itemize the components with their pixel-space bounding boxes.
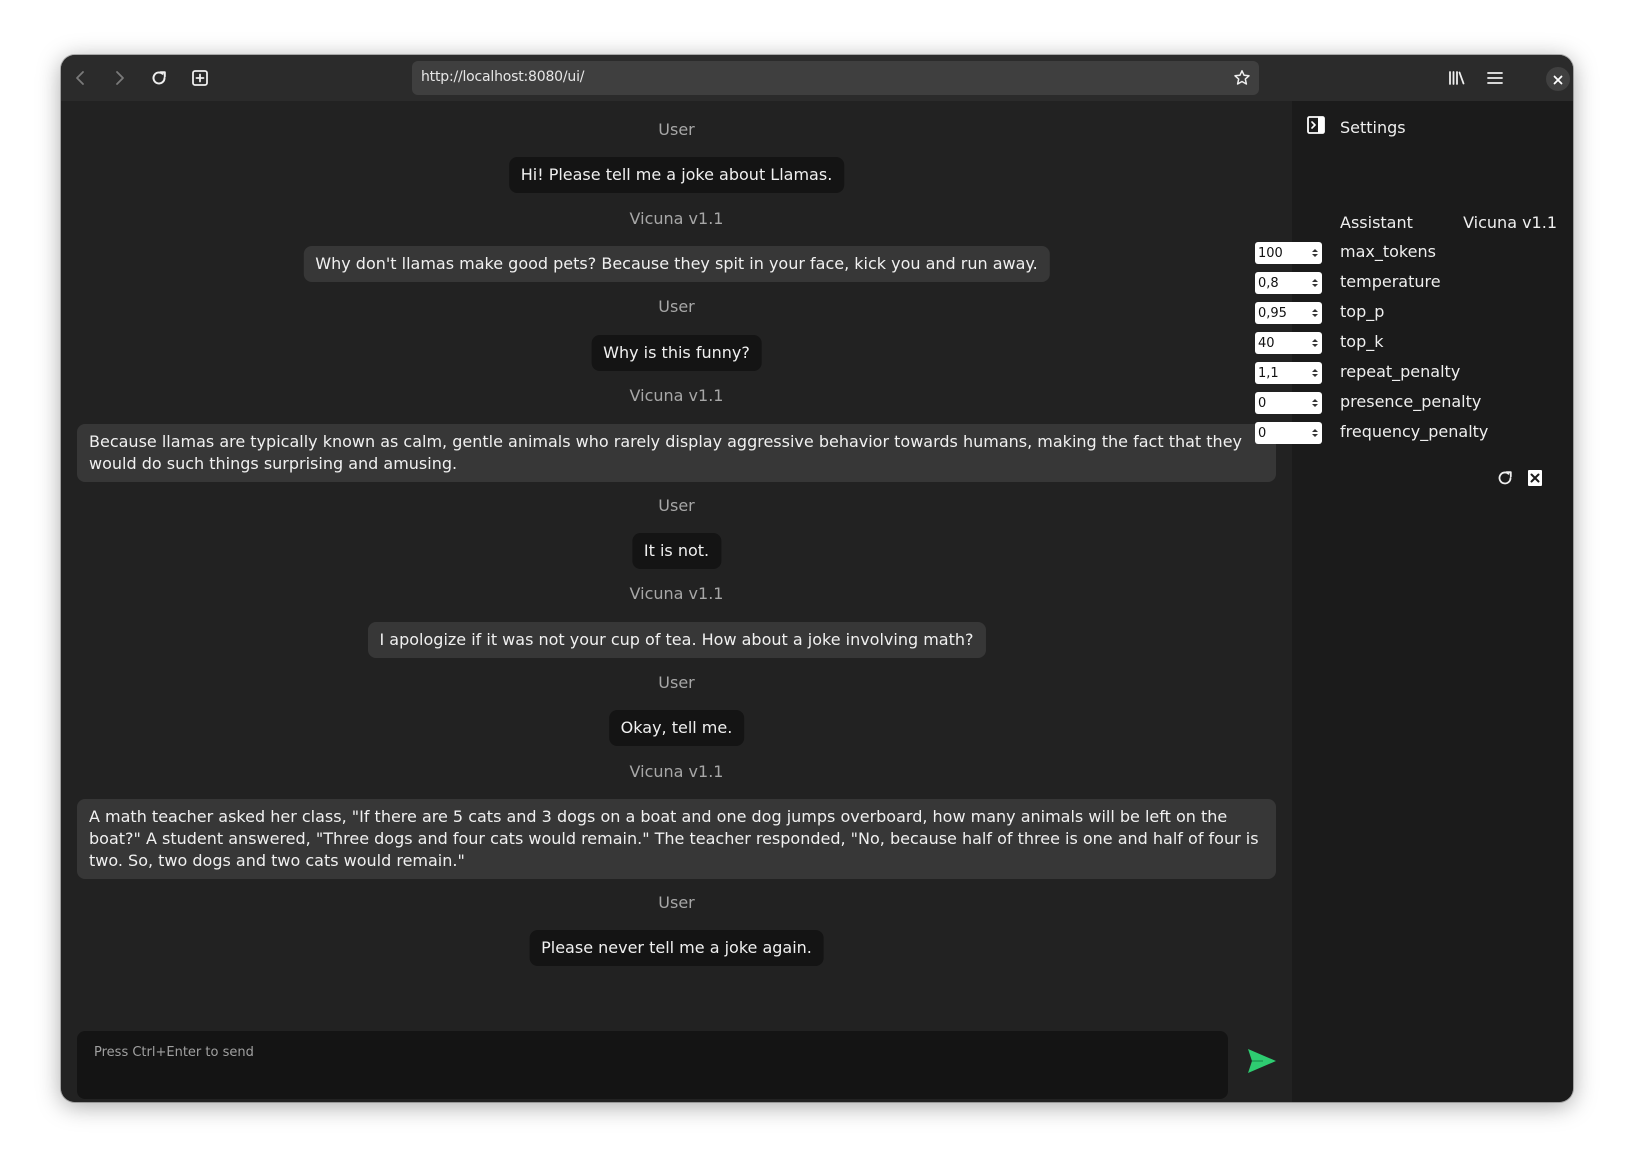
stepper-icon[interactable]: [1308, 334, 1322, 352]
presence-penalty-value[interactable]: 0: [1255, 396, 1308, 411]
max-tokens-value[interactable]: 100: [1255, 246, 1308, 261]
library-button[interactable]: [1442, 63, 1472, 93]
reload-button[interactable]: [144, 63, 174, 93]
param-label-top-k: top_k: [1340, 332, 1384, 351]
send-button[interactable]: [1246, 1049, 1278, 1077]
new-tab-button[interactable]: [185, 63, 215, 93]
max-tokens-input[interactable]: 100: [1255, 242, 1322, 264]
send-icon: [1247, 1048, 1277, 1078]
message-author: Vicuna v1.1: [629, 209, 724, 228]
window-close-button[interactable]: [1546, 67, 1570, 91]
message-input[interactable]: [77, 1031, 1228, 1099]
top-k-value[interactable]: 40: [1255, 336, 1308, 351]
user-message: Please never tell me a joke again.: [529, 930, 824, 966]
message-author: User: [658, 297, 695, 316]
top-p-value[interactable]: 0,95: [1255, 306, 1308, 321]
assistant-message: Because llamas are typically known as ca…: [77, 424, 1276, 482]
param-label-frequency-penalty: frequency_penalty: [1340, 422, 1489, 441]
close-icon: [1553, 70, 1563, 89]
stepper-icon[interactable]: [1308, 394, 1322, 412]
user-message: It is not.: [631, 533, 722, 569]
stepper-icon[interactable]: [1308, 304, 1322, 322]
param-label-repeat-penalty: repeat_penalty: [1340, 362, 1461, 381]
clear-button[interactable]: [1524, 469, 1546, 491]
library-icon: [1447, 69, 1467, 87]
param-label-temperature: temperature: [1340, 272, 1441, 291]
assistant-message: Why don't llamas make good pets? Because…: [303, 246, 1050, 282]
message-author: User: [658, 120, 695, 139]
message-author: User: [658, 673, 695, 692]
presence-penalty-input[interactable]: 0: [1255, 392, 1322, 414]
forward-icon: [112, 70, 126, 86]
stepper-icon[interactable]: [1308, 244, 1322, 262]
sidebar-toggle-icon: [1306, 115, 1326, 139]
back-icon: [74, 70, 88, 86]
reload-icon: [150, 69, 168, 87]
sidebar-toggle-button[interactable]: [1306, 115, 1326, 139]
stepper-icon[interactable]: [1308, 424, 1322, 442]
temperature-value[interactable]: 0,8: [1255, 276, 1308, 291]
param-label-top-p: top_p: [1340, 302, 1385, 321]
reset-button[interactable]: [1494, 469, 1516, 491]
message-author: User: [658, 893, 695, 912]
url-text[interactable]: http://localhost:8080/ui/: [421, 69, 584, 85]
top-k-input[interactable]: 40: [1255, 332, 1322, 354]
user-message: Hi! Please tell me a joke about Llamas.: [508, 157, 845, 193]
frequency-penalty-value[interactable]: 0: [1255, 426, 1308, 441]
frequency-penalty-input[interactable]: 0: [1255, 422, 1322, 444]
param-label-max-tokens: max_tokens: [1340, 242, 1436, 261]
browser-toolbar: http://localhost:8080/ui/: [61, 55, 1573, 101]
user-message: Why is this funny?: [591, 335, 762, 371]
chat-panel: User Hi! Please tell me a joke about Lla…: [61, 101, 1292, 1102]
param-label-presence-penalty: presence_penalty: [1340, 392, 1482, 411]
hamburger-menu-icon: [1486, 70, 1504, 86]
reset-icon: [1496, 469, 1514, 491]
menu-button[interactable]: [1480, 63, 1510, 93]
assistant-message: I apologize if it was not your cup of te…: [367, 622, 986, 658]
repeat-penalty-input[interactable]: 1,1: [1255, 362, 1322, 384]
message-author: Vicuna v1.1: [629, 584, 724, 603]
top-p-input[interactable]: 0,95: [1255, 302, 1322, 324]
stepper-icon[interactable]: [1308, 274, 1322, 292]
message-author: User: [658, 496, 695, 515]
settings-sidebar: Settings Assistant Vicuna v1.1 max_token…: [1292, 101, 1573, 1102]
repeat-penalty-value[interactable]: 1,1: [1255, 366, 1308, 381]
settings-title: Settings: [1340, 118, 1406, 137]
new-tab-icon: [191, 69, 209, 87]
assistant-message: A math teacher asked her class, "If ther…: [77, 799, 1276, 879]
stepper-icon[interactable]: [1308, 364, 1322, 382]
assistant-select[interactable]: Vicuna v1.1: [1463, 213, 1557, 232]
browser-window: http://localhost:8080/ui/ User Hi! Pleas…: [61, 55, 1573, 1102]
forward-button[interactable]: [104, 63, 134, 93]
message-author: Vicuna v1.1: [629, 762, 724, 781]
temperature-input[interactable]: 0,8: [1255, 272, 1322, 294]
bookmark-star-icon[interactable]: [1233, 69, 1251, 91]
url-bar[interactable]: http://localhost:8080/ui/: [412, 61, 1259, 95]
user-message: Okay, tell me.: [608, 710, 745, 746]
assistant-label: Assistant: [1340, 213, 1413, 232]
message-author: Vicuna v1.1: [629, 386, 724, 405]
clear-icon: [1527, 469, 1543, 491]
back-button[interactable]: [66, 63, 96, 93]
